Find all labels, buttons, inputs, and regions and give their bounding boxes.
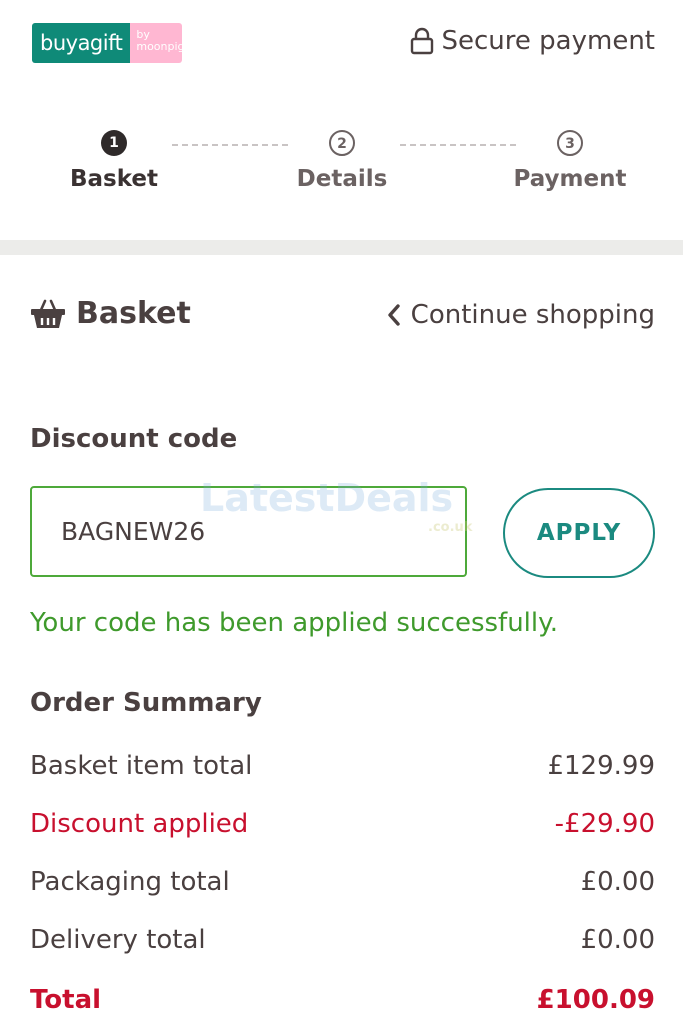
- summary-label: Total: [30, 985, 102, 1015]
- basket-title: Basket: [30, 296, 191, 331]
- step-details[interactable]: 2 Details: [262, 130, 422, 192]
- chevron-left-icon: [387, 304, 400, 326]
- checkout-stepper: 1 Basket 2 Details 3 Payment: [0, 118, 683, 208]
- logo-main-text: buyagift: [32, 23, 131, 63]
- step-basket[interactable]: 1 Basket: [34, 130, 194, 192]
- summary-value: £0.00: [580, 867, 655, 897]
- step-payment[interactable]: 3 Payment: [490, 130, 650, 192]
- order-summary-title: Order Summary: [30, 688, 262, 718]
- summary-value: £100.09: [536, 985, 655, 1015]
- basket-title-text: Basket: [76, 296, 191, 331]
- step-number: 3: [557, 130, 583, 156]
- continue-shopping-link[interactable]: Continue shopping: [387, 300, 655, 330]
- summary-row-basket-item-total: Basket item total £129.99: [30, 751, 655, 791]
- lock-icon: [410, 27, 433, 55]
- summary-value: £0.00: [580, 925, 655, 955]
- summary-row-discount: Discount applied -£29.90: [30, 809, 655, 849]
- summary-row-total: Total £100.09: [30, 985, 655, 1025]
- buyagift-logo[interactable]: buyagift by moonpig: [32, 23, 183, 63]
- basket-icon: [31, 299, 65, 328]
- summary-row-packaging: Packaging total £0.00: [30, 867, 655, 907]
- step-label: Basket: [69, 166, 158, 192]
- summary-label: Delivery total: [30, 925, 206, 955]
- summary-value: £129.99: [547, 751, 655, 781]
- section-divider: [0, 240, 683, 255]
- basket-header: Basket Continue shopping: [30, 296, 655, 340]
- summary-label: Packaging total: [30, 867, 230, 897]
- apply-button[interactable]: APPLY: [503, 488, 655, 578]
- header: buyagift by moonpig Secure payment: [0, 0, 683, 90]
- secure-payment-label: Secure payment: [441, 26, 655, 56]
- summary-label: Basket item total: [30, 751, 253, 781]
- logo-sub-text: by moonpig: [130, 23, 183, 63]
- step-number: 2: [329, 130, 355, 156]
- step-number: 1: [101, 130, 127, 156]
- discount-success-message: Your code has been applied successfully.: [30, 608, 559, 638]
- watermark-text: LatestDeals: [200, 476, 454, 520]
- discount-code-label: Discount code: [30, 424, 238, 454]
- secure-payment: Secure payment: [410, 26, 655, 56]
- watermark-sub: .co.uk: [428, 520, 473, 535]
- summary-label: Discount applied: [30, 809, 249, 839]
- summary-value: -£29.90: [554, 809, 655, 839]
- summary-row-delivery: Delivery total £0.00: [30, 925, 655, 965]
- latestdeals-watermark: LatestDeals .co.uk: [200, 476, 472, 535]
- step-label: Details: [296, 166, 388, 192]
- step-label: Payment: [513, 166, 627, 192]
- continue-shopping-label: Continue shopping: [410, 300, 655, 330]
